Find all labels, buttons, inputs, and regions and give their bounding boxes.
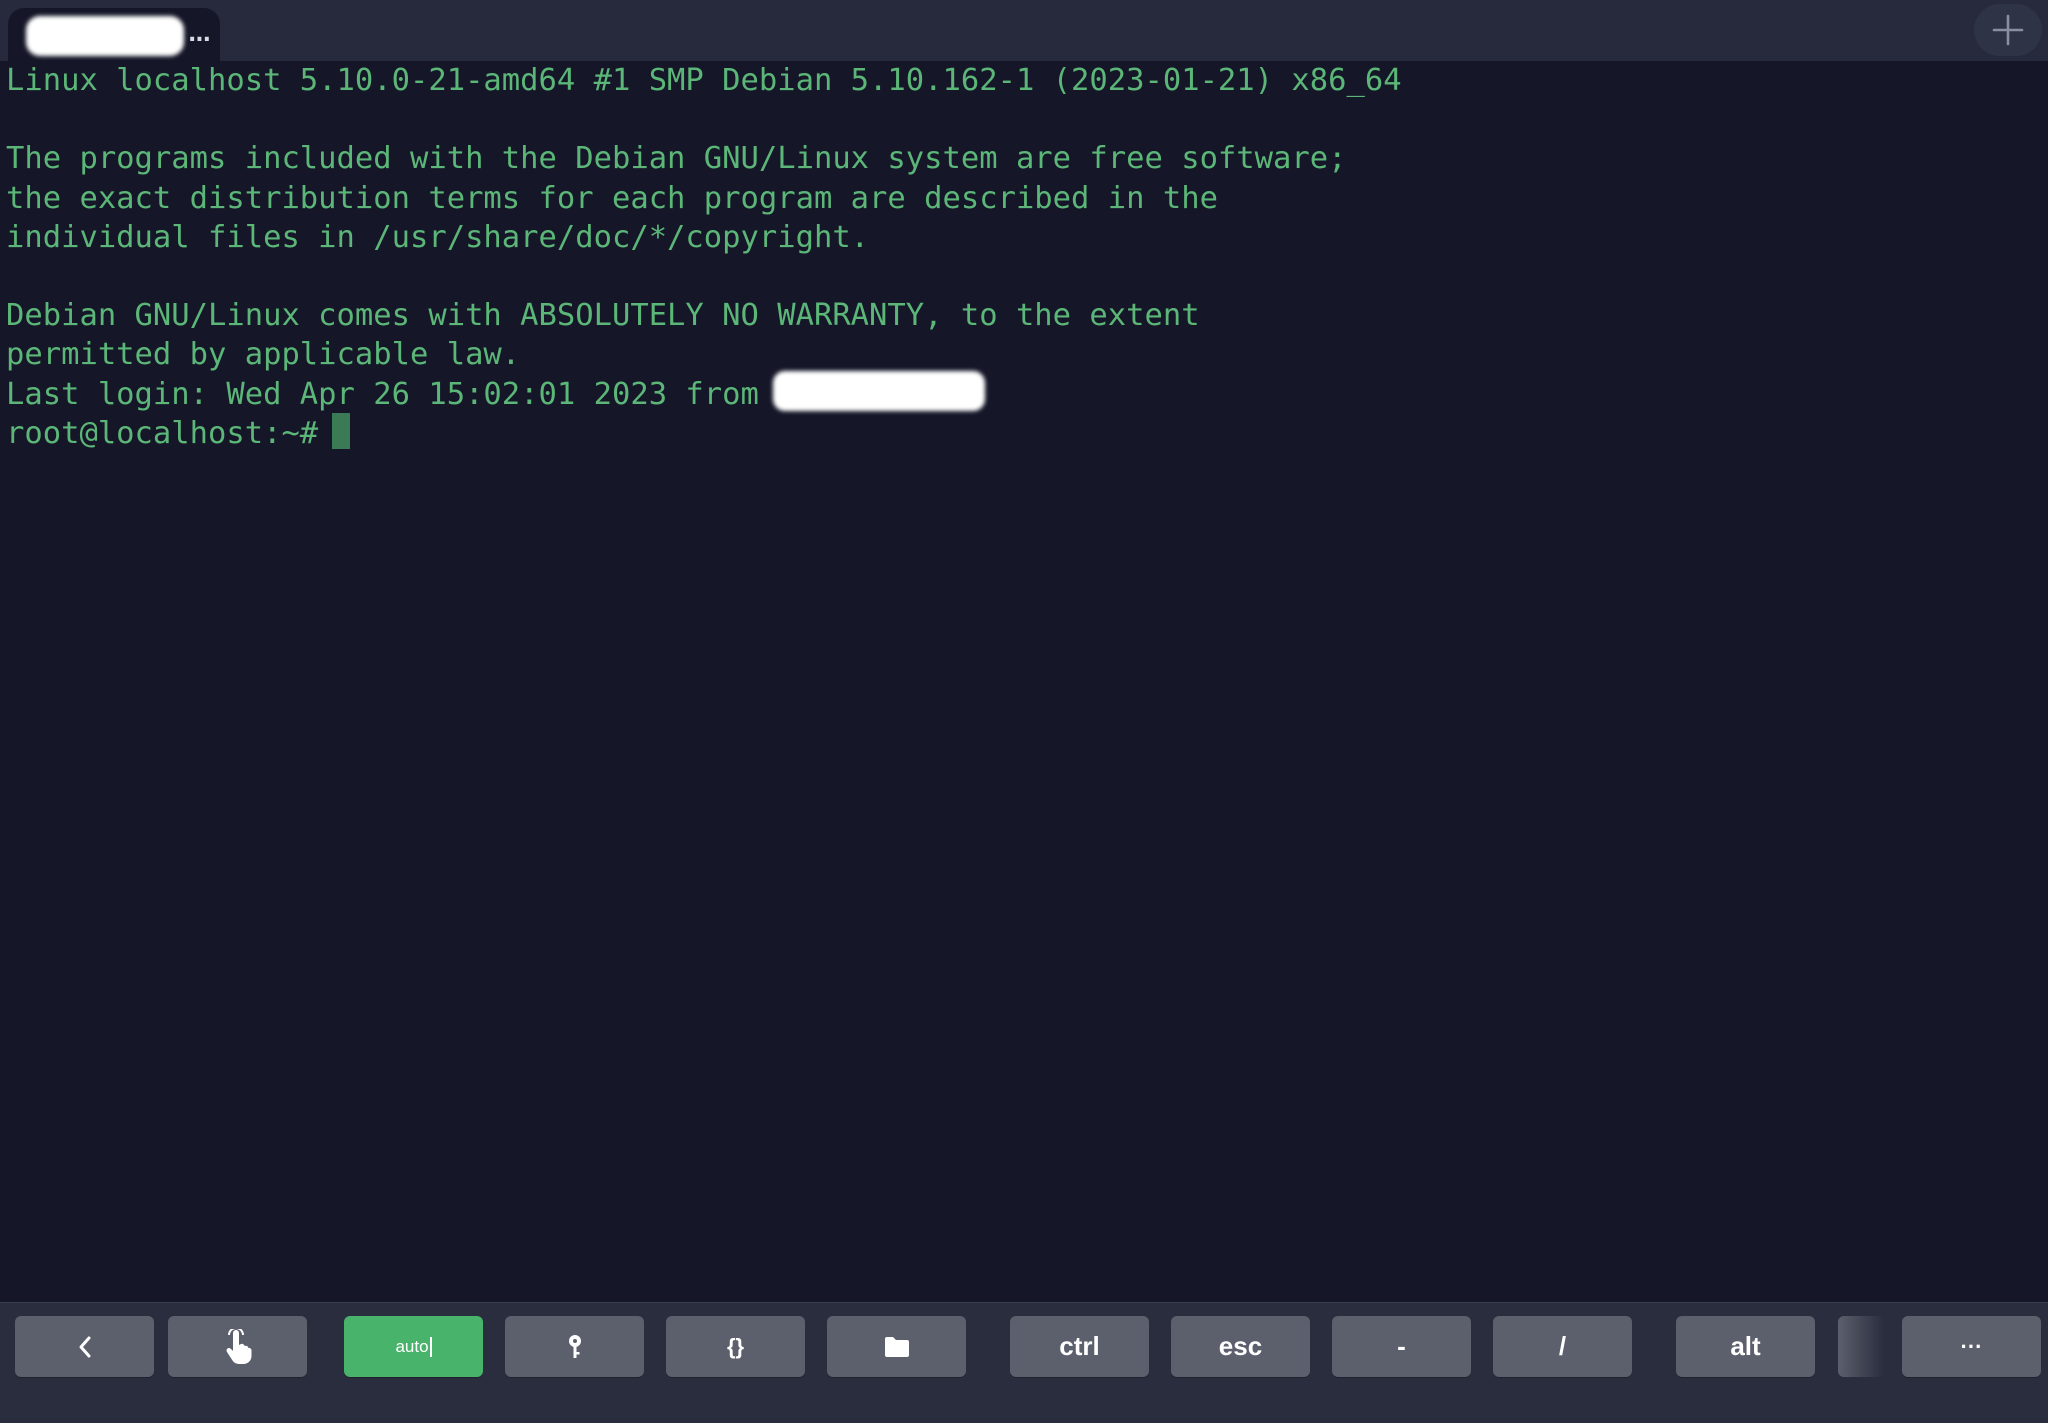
- keys-button[interactable]: [505, 1316, 644, 1377]
- terminal-line: Debian GNU/Linux comes with ABSOLUTELY N…: [6, 298, 1200, 334]
- dash-key-label: -: [1397, 1331, 1406, 1361]
- more-keys-icon: ···: [1960, 1333, 1983, 1359]
- hand-pointer-icon: [226, 1328, 251, 1364]
- slash-key-label: /: [1558, 1331, 1567, 1361]
- auto-mode-button[interactable]: auto: [344, 1316, 483, 1377]
- prompt-line[interactable]: root@localhost:~#: [6, 413, 2048, 453]
- active-tab[interactable]: ...: [8, 8, 220, 61]
- alt-key[interactable]: alt: [1676, 1316, 1815, 1377]
- tab-bar: ...: [0, 0, 2048, 61]
- terminal-line: individual files in /usr/share/doc/*/cop…: [6, 219, 870, 255]
- auto-mode-label: auto: [395, 1336, 429, 1356]
- alt-key-label: alt: [1730, 1331, 1761, 1361]
- back-button[interactable]: [15, 1316, 154, 1377]
- folder-icon: [884, 1336, 909, 1357]
- ctrl-key[interactable]: ctrl: [1010, 1316, 1149, 1377]
- terminal-line: The programs included with the Debian GN…: [6, 141, 1347, 177]
- ctrl-key-label: ctrl: [1059, 1331, 1100, 1361]
- snippets-button[interactable]: {}: [666, 1316, 805, 1377]
- accessory-key-bar: auto {} ctrl esc - / alt ···: [0, 1302, 2048, 1423]
- plus-icon: [1992, 14, 2024, 46]
- tab-title-redacted: [26, 16, 184, 56]
- terminal-cursor: [332, 413, 351, 450]
- redacted-ip-address: [772, 371, 985, 411]
- new-tab-button[interactable]: [1974, 4, 2042, 56]
- chevron-left-icon: [79, 1336, 90, 1357]
- shell-prompt: root@localhost:~#: [6, 415, 319, 451]
- esc-key-label: esc: [1218, 1331, 1263, 1361]
- esc-key[interactable]: esc: [1171, 1316, 1310, 1377]
- touch-mode-button[interactable]: [168, 1316, 307, 1377]
- terminal-output[interactable]: Linux localhost 5.10.0-21-amd64 #1 SMP D…: [0, 61, 2048, 1302]
- last-login-text: Last login: Wed Apr 26 15:02:01 2023 fro…: [6, 376, 759, 412]
- dash-key[interactable]: -: [1332, 1316, 1471, 1377]
- sftp-button[interactable]: [827, 1316, 966, 1377]
- scroll-fade-key[interactable]: [1838, 1316, 1884, 1377]
- terminal-line: permitted by applicable law.: [6, 337, 521, 373]
- text-caret: [429, 1336, 432, 1357]
- last-login-line: Last login: Wed Apr 26 15:02:01 2023 fro…: [6, 371, 2048, 414]
- terminal-line: the exact distribution terms for each pr…: [6, 180, 1218, 216]
- braces-icon: {}: [726, 1333, 745, 1359]
- key-icon: [568, 1334, 581, 1358]
- slash-key[interactable]: /: [1493, 1316, 1632, 1377]
- terminal-line: Linux localhost 5.10.0-21-amd64 #1 SMP D…: [6, 63, 1402, 98]
- more-keys-button[interactable]: ···: [1902, 1316, 2041, 1377]
- ellipsis-icon[interactable]: ...: [183, 18, 215, 52]
